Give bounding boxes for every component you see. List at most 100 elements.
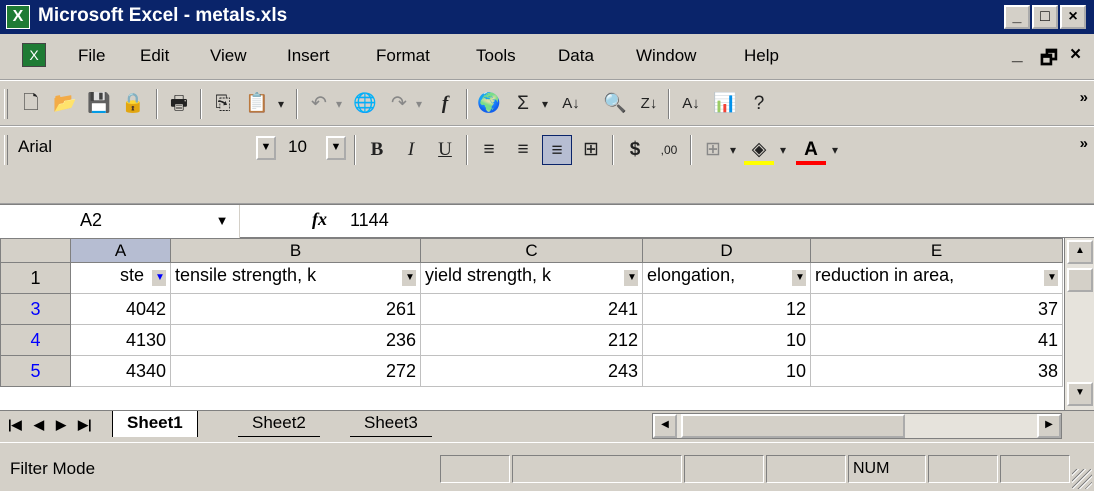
worksheet-grid[interactable]: A B C D E 1 ste ▼ tensile strength, k ▼ yi…	[0, 238, 1094, 410]
menu-file[interactable]: File	[78, 46, 105, 66]
close-button[interactable]: ×	[1060, 5, 1086, 29]
last-sheet-icon[interactable]: ▶|	[78, 417, 92, 433]
font-color-dropdown-icon[interactable]: ▾	[826, 135, 844, 165]
scroll-thumb[interactable]	[1067, 268, 1093, 292]
cell[interactable]: 41	[810, 324, 1063, 356]
menu-format[interactable]: Format	[376, 46, 430, 66]
column-header-e[interactable]: E	[810, 238, 1063, 263]
currency-button[interactable]: $	[620, 135, 650, 165]
undo-dropdown-icon[interactable]: ▾	[330, 89, 348, 119]
research-icon[interactable]: 🔍	[600, 89, 630, 119]
row-header[interactable]: 4	[0, 324, 71, 356]
autosum-dropdown-icon[interactable]: ▾	[536, 89, 554, 119]
autofilter-dropdown-icon[interactable]: ▼	[150, 268, 166, 286]
menu-insert[interactable]: Insert	[287, 46, 330, 66]
row-header[interactable]: 3	[0, 293, 71, 325]
column-header-a[interactable]: A	[70, 238, 171, 263]
cell[interactable]: 37	[810, 293, 1063, 325]
minimize-button[interactable]: _	[1004, 5, 1030, 29]
tab-sheet2[interactable]: Sheet2	[238, 411, 320, 437]
borders-dropdown-icon[interactable]: ▾	[724, 135, 742, 165]
merge-center-icon[interactable]: ⊞	[576, 135, 606, 165]
menu-window[interactable]: Window	[636, 46, 696, 66]
cell[interactable]: 4042	[70, 293, 171, 325]
restore-button[interactable]: □	[1032, 5, 1058, 29]
first-sheet-icon[interactable]: |◀	[8, 417, 22, 433]
save-icon[interactable]: 💾	[84, 89, 114, 119]
scroll-down-icon[interactable]: ▼	[1067, 382, 1093, 406]
horizontal-scrollbar[interactable]: ◀ ▶	[652, 413, 1062, 439]
autofilter-dropdown-icon[interactable]: ▼	[400, 268, 416, 286]
chevron-down-icon[interactable]: ▼	[256, 136, 276, 160]
column-header-b[interactable]: B	[170, 238, 421, 263]
scroll-up-icon[interactable]: ▲	[1067, 240, 1093, 264]
cell[interactable]: 10	[642, 355, 811, 387]
underline-button[interactable]: U	[430, 135, 460, 165]
formula-input[interactable]: 1144	[350, 210, 389, 231]
hyperlink-icon[interactable]: 🌐	[350, 89, 380, 119]
fill-color-icon[interactable]: ◈	[744, 135, 774, 165]
align-right-icon[interactable]: ≡	[542, 135, 572, 165]
cell[interactable]: 236	[170, 324, 421, 356]
vertical-scrollbar[interactable]: ▲ ▼	[1064, 238, 1094, 410]
cell[interactable]: 272	[170, 355, 421, 387]
select-all-corner[interactable]	[0, 238, 71, 263]
tab-sheet3[interactable]: Sheet3	[350, 411, 432, 437]
open-icon[interactable]: 📂	[50, 89, 80, 119]
resize-grip-icon[interactable]	[1072, 469, 1092, 489]
web-icon[interactable]: 🌍	[474, 89, 504, 119]
doc-restore-button[interactable]: 🗗	[1040, 44, 1058, 76]
chevron-down-icon[interactable]: ▼	[326, 136, 346, 160]
paste-icon[interactable]: 📋	[242, 89, 272, 119]
scroll-thumb[interactable]	[681, 414, 905, 438]
sort-ascending-icon[interactable]: A↓	[556, 89, 586, 119]
header-cell[interactable]: yield strength, k ▼	[420, 262, 643, 294]
italic-button[interactable]: I	[396, 135, 426, 165]
menu-help[interactable]: Help	[744, 46, 779, 66]
cell[interactable]: 38	[810, 355, 1063, 387]
insert-function-icon[interactable]: fx	[312, 209, 327, 230]
chevron-down-icon[interactable]: ▼	[210, 205, 234, 237]
cell[interactable]: 241	[420, 293, 643, 325]
prev-sheet-icon[interactable]: ◀	[34, 417, 44, 433]
align-center-icon[interactable]: ≡	[508, 135, 538, 165]
column-header-d[interactable]: D	[642, 238, 811, 263]
header-cell[interactable]: tensile strength, k ▼	[170, 262, 421, 294]
excel-app-icon[interactable]: X	[6, 5, 30, 29]
print-icon[interactable]: 🖶	[164, 89, 194, 119]
autofilter-dropdown-icon[interactable]: ▼	[1042, 268, 1058, 286]
scroll-left-icon[interactable]: ◀	[653, 414, 677, 438]
help-icon[interactable]: ?	[744, 89, 774, 119]
header-cell[interactable]: elongation, ▼	[642, 262, 811, 294]
toolbar-options-icon[interactable]: »	[1080, 89, 1088, 106]
insert-function-icon[interactable]: f	[430, 89, 460, 119]
redo-dropdown-icon[interactable]: ▾	[410, 89, 428, 119]
doc-close-button[interactable]: ×	[1070, 44, 1081, 66]
cell[interactable]: 12	[642, 293, 811, 325]
scroll-right-icon[interactable]: ▶	[1037, 414, 1061, 438]
toolbar-grip[interactable]	[4, 89, 8, 119]
paste-dropdown-icon[interactable]: ▾	[272, 89, 290, 119]
menu-data[interactable]: Data	[558, 46, 594, 66]
tab-sheet1[interactable]: Sheet1	[112, 411, 198, 437]
increase-decimal-button[interactable]: ,00	[654, 135, 684, 165]
autofilter-dropdown-icon[interactable]: ▼	[622, 268, 638, 286]
toolbar-options-icon[interactable]: »	[1080, 135, 1088, 152]
cell[interactable]: 261	[170, 293, 421, 325]
name-box[interactable]: A2	[0, 205, 240, 238]
cell[interactable]: 4130	[70, 324, 171, 356]
next-sheet-icon[interactable]: ▶	[56, 417, 66, 433]
align-left-icon[interactable]: ≡	[474, 135, 504, 165]
new-icon[interactable]: 🗋	[16, 89, 46, 119]
menu-tools[interactable]: Tools	[476, 46, 516, 66]
menu-edit[interactable]: Edit	[140, 46, 169, 66]
font-color-icon[interactable]: A	[796, 135, 826, 165]
row-header[interactable]: 5	[0, 355, 71, 387]
autosum-icon[interactable]: Σ	[508, 89, 538, 119]
copy-icon[interactable]: ⎘	[208, 89, 238, 119]
sort-ascending-2-icon[interactable]: A↓	[676, 89, 706, 119]
autofilter-dropdown-icon[interactable]: ▼	[790, 268, 806, 286]
cell[interactable]: 212	[420, 324, 643, 356]
cell[interactable]: 243	[420, 355, 643, 387]
header-cell[interactable]: ste ▼	[70, 262, 171, 294]
